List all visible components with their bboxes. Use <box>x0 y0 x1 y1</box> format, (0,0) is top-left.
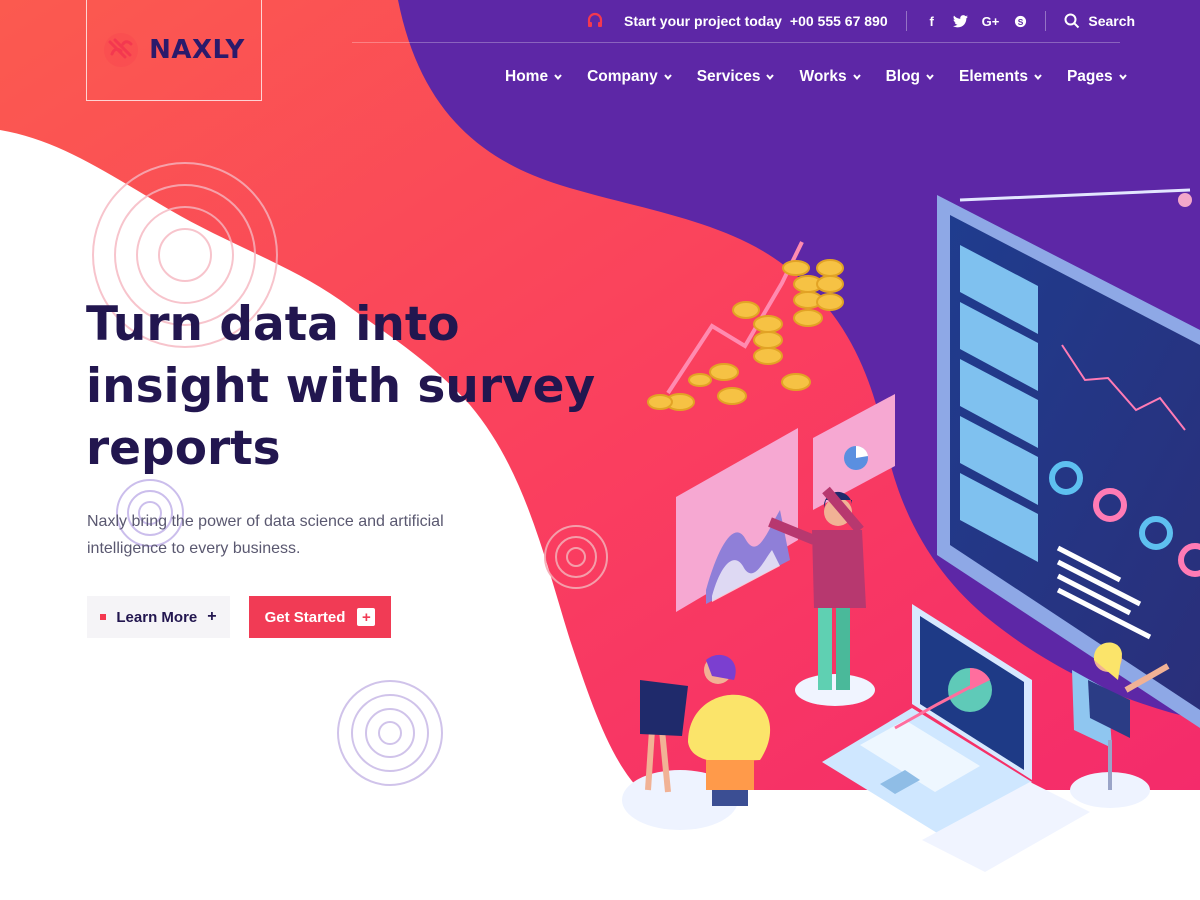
divider <box>1045 11 1047 31</box>
chevron-down-icon <box>1118 74 1127 81</box>
nav-item-blog[interactable]: Blog <box>886 68 935 86</box>
hero-title-line: Turn data into <box>86 297 460 352</box>
search-label: Search <box>1088 13 1136 29</box>
divider <box>905 11 907 31</box>
phone-number[interactable]: +00 555 67 890 <box>790 13 888 29</box>
get-started-label: Get Started <box>264 608 346 626</box>
nav-item-company[interactable]: Company <box>587 68 673 86</box>
chevron-down-icon <box>766 74 775 81</box>
nav-item-pages[interactable]: Pages <box>1067 68 1128 86</box>
header-divider <box>352 42 1120 43</box>
social-links: f G+ S <box>925 14 1028 29</box>
twitter-icon[interactable] <box>952 14 968 28</box>
plus-icon: + <box>207 608 217 625</box>
nav-item-home[interactable]: Home <box>505 68 563 86</box>
hero-title-line: reports <box>86 421 281 476</box>
headset-icon <box>587 12 603 27</box>
square-bullet-icon <box>100 614 107 620</box>
chevron-down-icon <box>554 74 562 81</box>
search-button[interactable]: Search <box>1064 13 1135 29</box>
main-nav: Home Company Services Works Blog Element… <box>505 68 1128 86</box>
learn-more-label: Learn More <box>116 608 198 626</box>
hero-title-line: insight with survey <box>86 359 596 414</box>
google-plus-icon[interactable]: G+ <box>982 14 1000 29</box>
nav-item-services[interactable]: Services <box>697 68 776 86</box>
hero-title: Turn data into insight with survey repor… <box>86 294 606 480</box>
logo-icon <box>104 33 139 67</box>
skype-icon[interactable]: S <box>1013 15 1027 28</box>
logo[interactable]: NAXLY <box>86 0 262 101</box>
get-started-button[interactable]: Get Started + <box>249 596 391 638</box>
logo-text: NAXLY <box>149 35 245 65</box>
chevron-down-icon <box>1034 74 1042 81</box>
cta-text: Start your project today <box>624 13 782 29</box>
topbar: Start your project today +00 555 67 890 … <box>586 10 1135 32</box>
nav-item-elements[interactable]: Elements <box>959 68 1043 86</box>
search-icon <box>1064 13 1080 29</box>
learn-more-button[interactable]: Learn More + <box>87 596 230 638</box>
plus-box-icon: + <box>357 608 376 626</box>
hero-subtitle: Naxly bring the power of data science an… <box>87 513 444 557</box>
chevron-down-icon <box>852 74 861 81</box>
chevron-down-icon <box>663 74 672 81</box>
svg-text:S: S <box>1018 16 1024 26</box>
nav-item-works[interactable]: Works <box>799 68 861 86</box>
chevron-down-icon <box>926 74 934 81</box>
facebook-icon[interactable]: f <box>925 14 939 29</box>
